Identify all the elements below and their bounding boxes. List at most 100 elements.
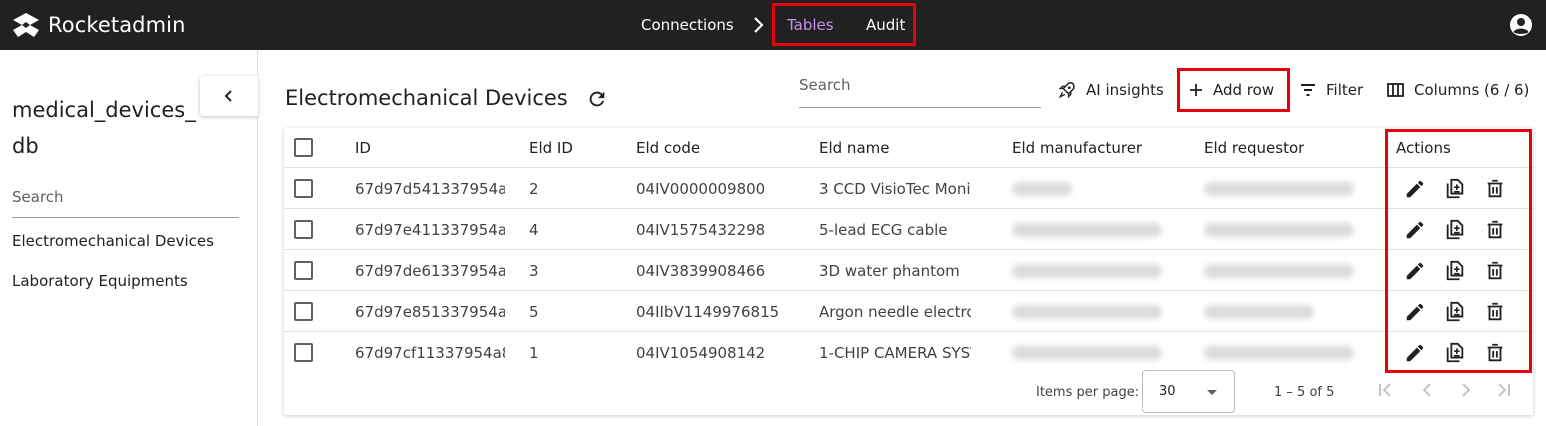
filter-icon: [1301, 84, 1315, 96]
add-row-button[interactable]: Add row: [1189, 78, 1274, 102]
cell-eld-name[interactable]: 1-CHIP CAMERA SYSTEM: [819, 333, 971, 373]
last-page-icon[interactable]: [1494, 381, 1512, 399]
sidebar-item-electromechanical-devices[interactable]: Electromechanical Devices: [12, 232, 214, 250]
nav-tables[interactable]: Tables: [787, 0, 834, 50]
redacted-manufacturer: [1012, 346, 1162, 360]
trash-icon[interactable]: [1484, 177, 1506, 201]
paginator: Items per page: 30 1 – 5 of 5: [284, 370, 1533, 415]
cell-id[interactable]: 67d97de61337954a8: [355, 251, 505, 291]
row-checkbox[interactable]: [294, 179, 313, 198]
database-name: medical_devices_db: [12, 98, 196, 158]
nav-connections[interactable]: Connections: [641, 0, 734, 50]
pencil-icon[interactable]: [1404, 177, 1426, 201]
table-header-row: ID Eld ID Eld code Eld name Eld manufact…: [284, 128, 1533, 168]
add-row-label: Add row: [1213, 81, 1275, 99]
nav-audit[interactable]: Audit: [866, 0, 905, 50]
redacted-requestor: [1204, 182, 1354, 196]
pencil-icon[interactable]: [1404, 259, 1426, 283]
cell-id[interactable]: 67d97d541337954a8: [355, 169, 505, 209]
cell-id[interactable]: 67d97e851337954a8: [355, 292, 505, 332]
redacted-manufacturer: [1012, 182, 1072, 196]
rocket-logo-icon: [13, 13, 39, 37]
cell-eld-code[interactable]: 04IV3839908466: [636, 251, 765, 291]
cell-eld-code[interactable]: 04IIbV1149976815: [636, 292, 779, 332]
chevron-down-icon: [1207, 390, 1217, 395]
pencil-icon[interactable]: [1404, 300, 1426, 324]
cell-eld-name[interactable]: 5-lead ECG cable: [819, 210, 971, 250]
sidebar-item-laboratory-equipments[interactable]: Laboratory Equipments: [12, 272, 188, 290]
columns-icon: [1387, 83, 1404, 97]
items-per-page-value: 30: [1159, 384, 1176, 399]
cell-eld-name[interactable]: Argon needle electrode: [819, 292, 971, 332]
redacted-manufacturer: [1012, 305, 1162, 319]
duplicate-icon[interactable]: [1444, 341, 1466, 365]
duplicate-icon[interactable]: [1444, 218, 1466, 242]
ai-insights-button[interactable]: AI insights: [1058, 78, 1164, 102]
column-header-eld-requestor[interactable]: Eld requestor: [1204, 128, 1304, 168]
sidebar: medical_devices_db Search Electromechani…: [0, 50, 258, 426]
prev-page-icon[interactable]: [1418, 381, 1436, 399]
column-header-actions: Actions: [1396, 139, 1451, 157]
column-header-eld-code[interactable]: Eld code: [636, 128, 700, 168]
refresh-icon[interactable]: [586, 88, 608, 110]
rocket-icon: [1058, 82, 1075, 99]
trash-icon[interactable]: [1484, 218, 1506, 242]
columns-button[interactable]: Columns (6 / 6): [1387, 78, 1529, 102]
table-search-input[interactable]: Search: [799, 76, 1041, 108]
pencil-icon[interactable]: [1404, 341, 1426, 365]
cell-eld-id[interactable]: 3: [529, 251, 539, 291]
cell-eld-id[interactable]: 5: [529, 292, 539, 332]
items-per-page-select[interactable]: 30: [1142, 370, 1235, 413]
table-row[interactable]: 67d97e411337954a8 4 04IV1575432298 5-lea…: [284, 210, 1533, 250]
duplicate-icon[interactable]: [1444, 259, 1466, 283]
plus-icon: [1190, 84, 1202, 96]
app-logo[interactable]: Rocketadmin: [12, 12, 186, 38]
row-checkbox[interactable]: [294, 343, 313, 362]
redacted-manufacturer: [1012, 264, 1162, 278]
row-checkbox[interactable]: [294, 261, 313, 280]
items-per-page-label: Items per page:: [1036, 385, 1140, 400]
column-header-eld-name[interactable]: Eld name: [819, 128, 889, 168]
cell-eld-id[interactable]: 4: [529, 210, 539, 250]
table-row[interactable]: 67d97e851337954a8 5 04IIbV1149976815 Arg…: [284, 292, 1533, 332]
cell-eld-code[interactable]: 04IV1054908142: [636, 333, 765, 373]
page-range: 1 – 5 of 5: [1274, 385, 1335, 400]
column-header-id[interactable]: ID: [355, 128, 371, 168]
sidebar-search-input[interactable]: Search: [12, 184, 239, 218]
cell-eld-code[interactable]: 04IV0000009800: [636, 169, 765, 209]
trash-icon[interactable]: [1484, 341, 1506, 365]
duplicate-icon[interactable]: [1444, 300, 1466, 324]
page-title: Electromechanical Devices: [285, 86, 568, 110]
row-checkbox[interactable]: [294, 302, 313, 321]
select-all-checkbox[interactable]: [294, 138, 313, 157]
cell-eld-code[interactable]: 04IV1575432298: [636, 210, 765, 250]
data-table: ID Eld ID Eld code Eld name Eld manufact…: [284, 128, 1533, 415]
trash-icon[interactable]: [1484, 259, 1506, 283]
cell-eld-name[interactable]: 3D water phantom: [819, 251, 971, 291]
cell-eld-name[interactable]: 3 CCD VisioTec Monitor: [819, 169, 971, 209]
trash-icon[interactable]: [1484, 300, 1506, 324]
cell-eld-id[interactable]: 2: [529, 169, 539, 209]
collapse-sidebar-button[interactable]: [200, 76, 258, 116]
redacted-requestor: [1204, 305, 1314, 319]
table-row[interactable]: 67d97d541337954a8 2 04IV0000009800 3 CCD…: [284, 169, 1533, 209]
table-row[interactable]: 67d97cf11337954a8 1 04IV1054908142 1-CHI…: [284, 333, 1533, 373]
redacted-requestor: [1204, 264, 1354, 278]
first-page-icon[interactable]: [1377, 381, 1395, 399]
top-bar: Rocketadmin Connections Tables Audit: [0, 0, 1546, 50]
next-page-icon[interactable]: [1457, 381, 1475, 399]
column-header-eld-id[interactable]: Eld ID: [529, 128, 573, 168]
redacted-requestor: [1204, 346, 1354, 360]
cell-id[interactable]: 67d97cf11337954a8: [355, 333, 505, 373]
duplicate-icon[interactable]: [1444, 177, 1466, 201]
account-circle-icon[interactable]: [1509, 13, 1533, 37]
chevron-right-icon: [754, 17, 764, 33]
column-header-eld-manufacturer[interactable]: Eld manufacturer: [1012, 128, 1142, 168]
filter-button[interactable]: Filter: [1300, 78, 1363, 102]
pencil-icon[interactable]: [1404, 218, 1426, 242]
cell-eld-id[interactable]: 1: [529, 333, 539, 373]
table-row[interactable]: 67d97de61337954a8 3 04IV3839908466 3D wa…: [284, 251, 1533, 291]
row-checkbox[interactable]: [294, 220, 313, 239]
cell-id[interactable]: 67d97e411337954a8: [355, 210, 505, 250]
chevron-left-icon: [224, 90, 232, 102]
